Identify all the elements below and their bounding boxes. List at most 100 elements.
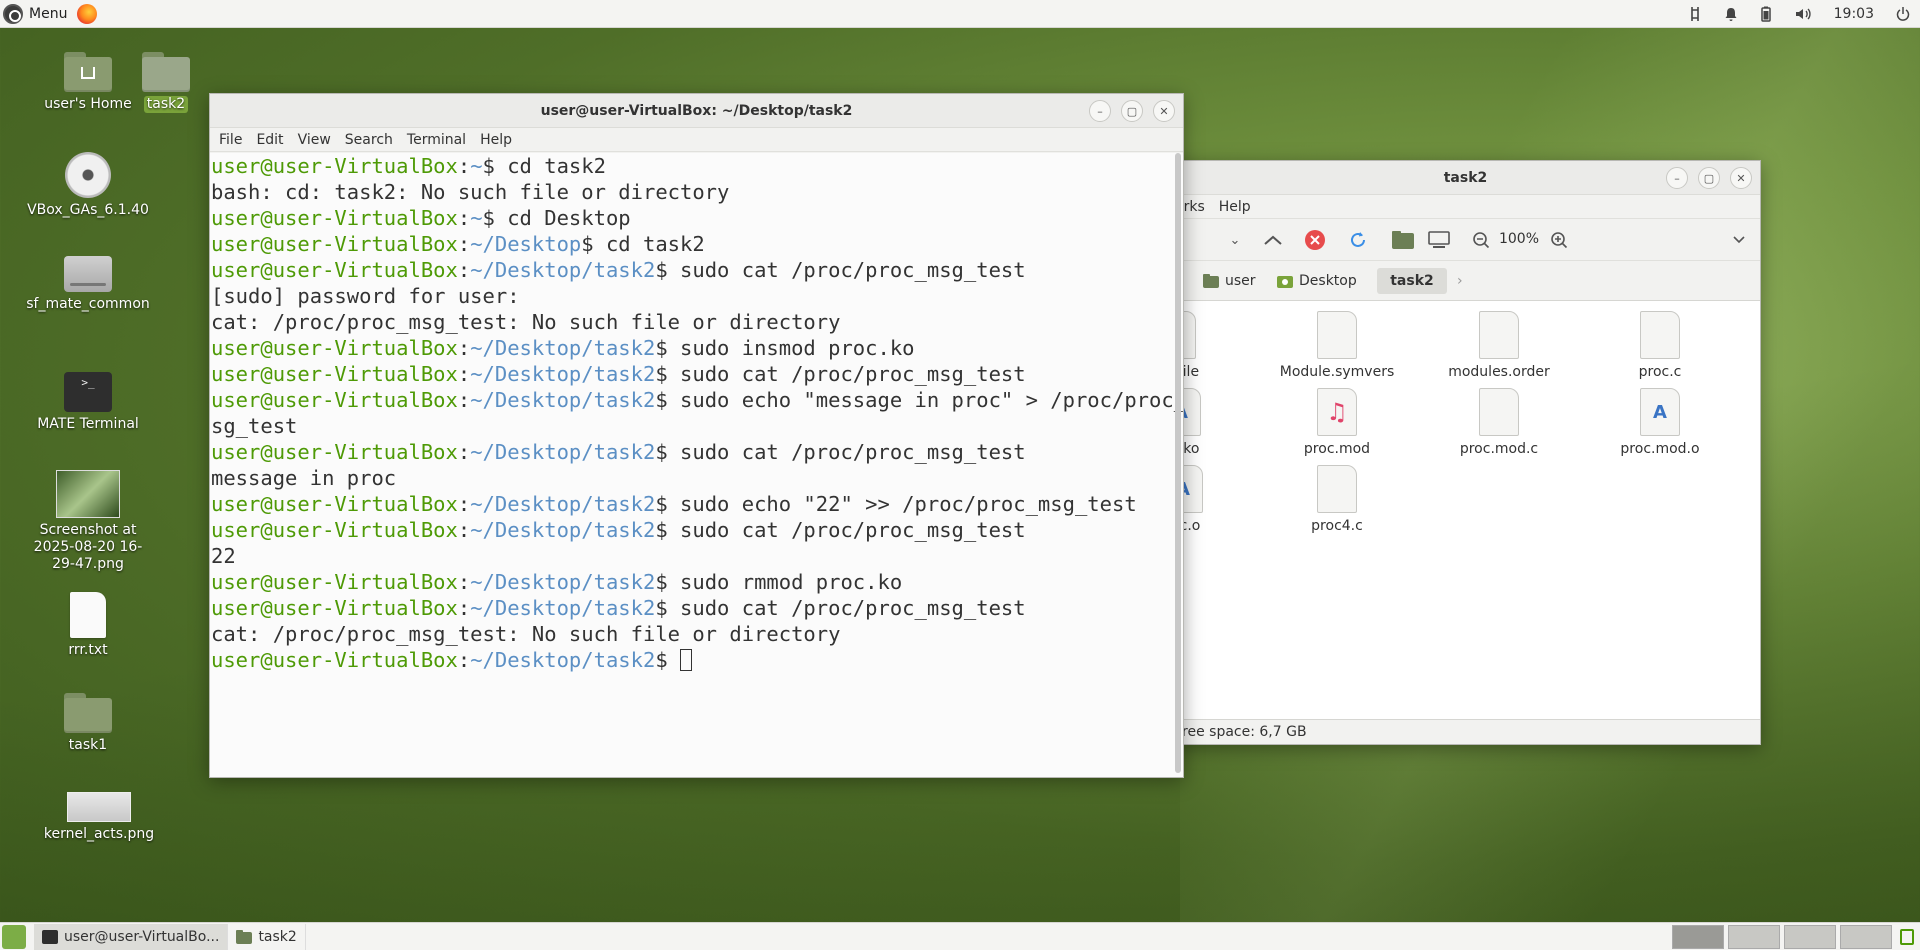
file-item[interactable]: proc.c xyxy=(1590,311,1730,380)
desktop-icon-sf-mate-common[interactable]: sf_mate_common xyxy=(23,256,153,313)
terminal-titlebar[interactable]: user@user-VirtualBox: ~/Desktop/task2 – … xyxy=(210,94,1183,128)
desktop-icon-label: VBox_GAs_6.1.40 xyxy=(27,202,149,218)
prompt-path: ~/Desktop/task2 xyxy=(470,596,656,620)
maximize-button[interactable]: ▢ xyxy=(1698,167,1720,189)
desktop-icon-screenshot[interactable]: Screenshot at 2025-08-20 16-29-47.png xyxy=(23,470,153,573)
file-name: proc.mod.o xyxy=(1620,441,1700,457)
close-button[interactable]: ✕ xyxy=(1730,167,1752,189)
minimize-button[interactable]: – xyxy=(1666,167,1688,189)
network-icon[interactable] xyxy=(1688,6,1702,22)
menu-terminal[interactable]: Terminal xyxy=(400,132,473,148)
notifications-icon[interactable] xyxy=(1724,6,1738,22)
menu-file[interactable]: File xyxy=(212,132,249,148)
command-text: sudo cat /proc/proc_msg_test xyxy=(680,596,1026,620)
menu-edit[interactable]: Edit xyxy=(249,132,290,148)
document-icon xyxy=(1479,311,1519,359)
terminal-cursor xyxy=(680,649,693,671)
prompt-user: user@user-VirtualBox xyxy=(211,258,458,282)
menu-label: Menu xyxy=(29,5,68,22)
command-text: sudo cat /proc/proc_msg_test xyxy=(680,362,1026,386)
desktop-icon-label: MATE Terminal xyxy=(37,416,139,432)
terminal-output[interactable]: user@user-VirtualBox:~$ cd task2 bash: cd… xyxy=(210,153,1183,777)
file-name: proc.c xyxy=(1638,364,1682,380)
window-title: task2 xyxy=(1443,169,1488,186)
folder-icon xyxy=(236,929,253,944)
workspace-1[interactable] xyxy=(1672,925,1724,949)
file-item[interactable]: ♫ proc.mod xyxy=(1267,388,1407,457)
terminal-scrollbar[interactable] xyxy=(1175,153,1181,773)
up-icon[interactable] xyxy=(1261,228,1285,252)
task-file-manager[interactable]: task2 xyxy=(228,923,306,950)
crumb-next-icon[interactable]: › xyxy=(1449,268,1471,294)
file-name: Module.symvers xyxy=(1279,364,1395,380)
output-text: 22 xyxy=(211,544,236,568)
command-text: sudo cat /proc/proc_msg_test xyxy=(680,258,1026,282)
reload-icon[interactable] xyxy=(1346,228,1370,252)
firefox-icon[interactable] xyxy=(77,3,98,24)
close-button[interactable]: ✕ xyxy=(1153,100,1175,122)
document-icon xyxy=(1640,311,1680,359)
maximize-button[interactable]: ▢ xyxy=(1121,100,1143,122)
folder-icon xyxy=(142,52,190,92)
folder-icon xyxy=(1203,274,1219,288)
image-thumbnail-icon xyxy=(56,470,120,518)
desktop-icon-rrr-txt[interactable]: rrr.txt xyxy=(23,592,153,659)
crumb-task2[interactable]: task2 xyxy=(1377,268,1447,294)
desktop-icon-task1[interactable]: task1 xyxy=(23,693,153,754)
workspace-4[interactable] xyxy=(1840,925,1892,949)
stop-icon[interactable] xyxy=(1303,228,1327,252)
clock[interactable]: 19:03 xyxy=(1834,6,1874,22)
task-label: user@user-VirtualBo... xyxy=(64,928,220,945)
zoom-in-icon[interactable] xyxy=(1547,228,1571,252)
prompt-user: user@user-VirtualBox xyxy=(211,596,458,620)
document-icon xyxy=(1317,311,1357,359)
file-item[interactable]: Aproc.mod.o xyxy=(1590,388,1730,457)
object-file-icon: A xyxy=(1640,388,1680,436)
crumb-desktop[interactable]: Desktop xyxy=(1269,268,1365,294)
dropdown-icon[interactable]: ⌄ xyxy=(1223,228,1247,252)
power-icon[interactable] xyxy=(1896,6,1910,22)
prompt-user: user@user-VirtualBox xyxy=(211,648,458,672)
menu-help[interactable]: Help xyxy=(473,132,519,148)
file-item[interactable]: Module.symvers xyxy=(1267,311,1407,380)
main-menu-button[interactable]: Menu xyxy=(0,0,73,28)
terminal-command-line: user@user-VirtualBox:~$ cd task2 xyxy=(211,154,606,178)
menu-help[interactable]: Help xyxy=(1212,199,1258,215)
volume-icon[interactable] xyxy=(1794,6,1812,22)
drive-icon xyxy=(64,256,112,292)
breadcrumb: user Desktop task2 › xyxy=(1171,261,1760,301)
computer-icon[interactable] xyxy=(1427,228,1451,252)
file-name: modules.order xyxy=(1448,364,1550,380)
file-item[interactable]: modules.order xyxy=(1429,311,1569,380)
view-options-chevron-icon[interactable] xyxy=(1727,228,1751,252)
minimize-button[interactable]: – xyxy=(1089,100,1111,122)
file-manager-titlebar[interactable]: task2 – ▢ ✕ xyxy=(1171,161,1760,195)
file-item[interactable]: proc.mod.c xyxy=(1429,388,1569,457)
prompt-path: ~/Desktop/task2 xyxy=(470,492,656,516)
command-text: sudo echo "message in proc" > /proc/proc… xyxy=(680,388,1183,412)
output-text: message in proc xyxy=(211,466,397,490)
task-terminal[interactable]: user@user-VirtualBo... xyxy=(34,923,229,950)
terminal-output-line: [sudo] password for user: xyxy=(211,283,1169,309)
terminal-command-line: user@user-VirtualBox:~/Desktop/task2$ su… xyxy=(211,570,903,594)
prompt-path: ~/Desktop/task2 xyxy=(470,388,656,412)
prompt-path: ~/Desktop/task2 xyxy=(470,648,656,672)
menu-search[interactable]: Search xyxy=(338,132,400,148)
menu-view[interactable]: View xyxy=(291,132,338,148)
desktop-icon-vbox-gas[interactable]: VBox_GAs_6.1.40 xyxy=(23,152,153,219)
crumb-user[interactable]: user xyxy=(1195,268,1264,294)
workspace-2[interactable] xyxy=(1728,925,1780,949)
battery-icon[interactable] xyxy=(1760,6,1772,22)
output-text: bash: cd: task2: No such file or directo… xyxy=(211,180,730,204)
workspace-3[interactable] xyxy=(1784,925,1836,949)
output-text: sg_test xyxy=(211,414,298,438)
home-folder-icon[interactable] xyxy=(1391,228,1415,252)
file-item[interactable]: proc4.c xyxy=(1267,465,1407,534)
trash-icon[interactable] xyxy=(1900,929,1914,945)
terminal-command-line: user@user-VirtualBox:~/Desktop/task2$ su… xyxy=(211,440,1026,464)
show-desktop-icon[interactable] xyxy=(2,924,26,949)
command-text: sudo insmod proc.ko xyxy=(680,336,915,360)
desktop-icon-mate-terminal[interactable]: >_ MATE Terminal xyxy=(23,372,153,433)
zoom-out-icon[interactable] xyxy=(1469,228,1493,252)
desktop-icon-kernel-acts[interactable]: kernel_acts.png xyxy=(34,792,164,843)
